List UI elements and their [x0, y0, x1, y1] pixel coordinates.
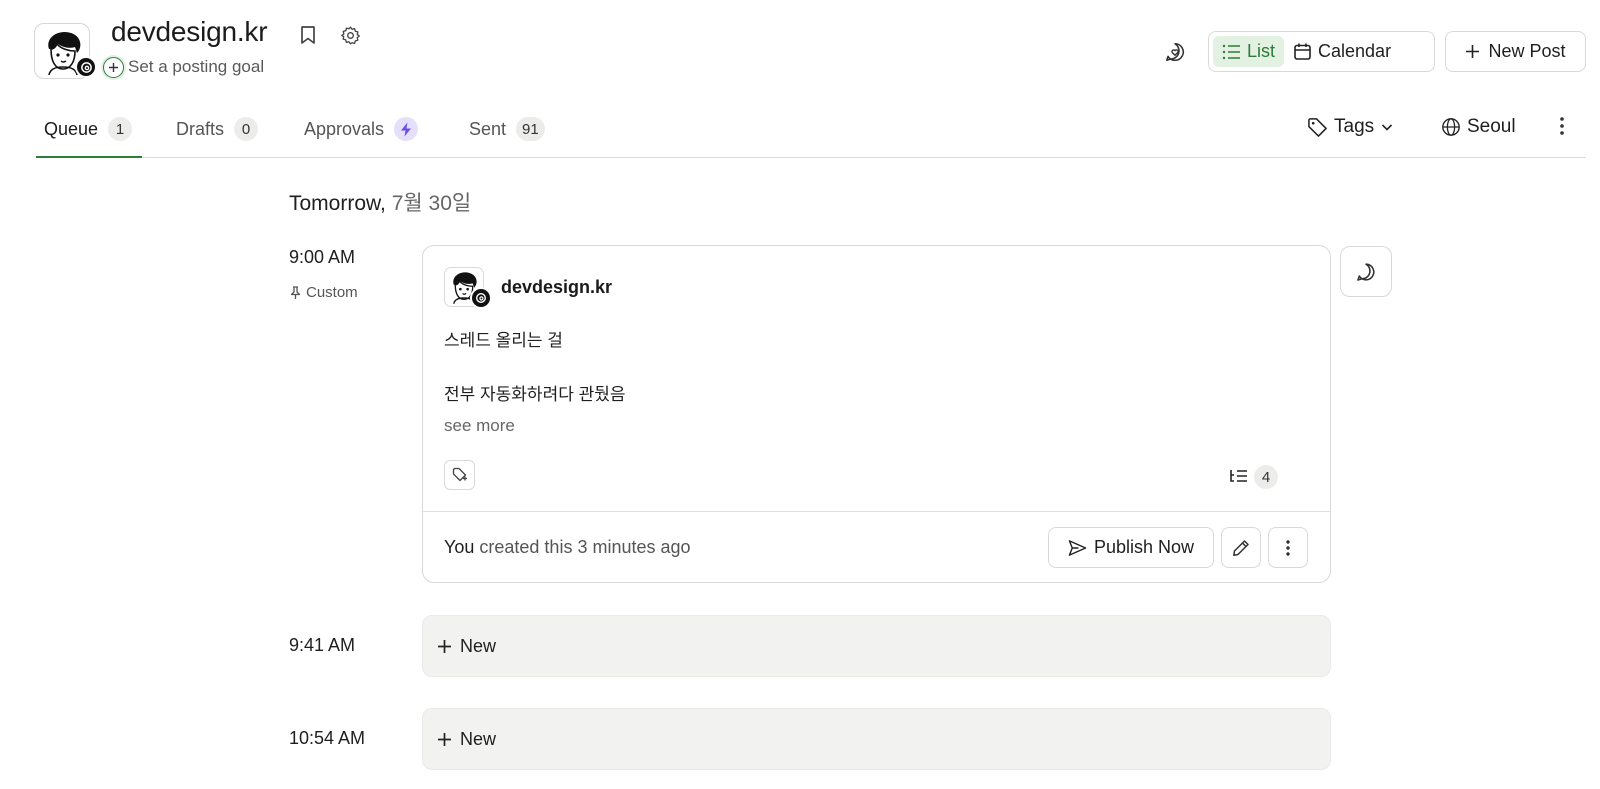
slot-time: 10:54 AM	[289, 728, 366, 748]
plus-icon	[437, 732, 452, 747]
posting-goal-link[interactable]: Set a posting goal	[128, 57, 264, 77]
timezone-button[interactable]: Seoul	[1441, 112, 1516, 142]
plus-icon	[1465, 44, 1480, 59]
post-text-line: 스레드 올리는 걸	[444, 331, 563, 350]
slot-type-label: Custom	[306, 284, 358, 301]
new-slot-label: New	[460, 635, 497, 656]
created-actor: You	[444, 537, 475, 557]
view-calendar-button[interactable]: Calendar	[1284, 36, 1400, 67]
view-calendar-label: Calendar	[1318, 41, 1392, 61]
thread-count: 4	[1229, 465, 1278, 489]
tags-filter-dropdown[interactable]: Tags	[1307, 112, 1394, 142]
send-icon	[1068, 539, 1087, 557]
slot-time: 9:41 AM	[289, 635, 356, 655]
tab-count: 91	[516, 117, 545, 141]
new-post-label: New Post	[1488, 41, 1566, 61]
post-card[interactable]: devdesign.kr 스레드 올리는 걸 전부 자동화하려다 관뒀음 see…	[422, 245, 1331, 583]
new-post-button[interactable]: New Post	[1445, 31, 1586, 72]
view-list-label: List	[1247, 41, 1276, 61]
see-more-link[interactable]: see more	[444, 416, 515, 436]
profile-avatar[interactable]	[34, 23, 97, 79]
tag-plus-icon	[452, 467, 468, 483]
new-slot-label: New	[460, 728, 497, 749]
tab-drafts[interactable]: Drafts 0	[176, 112, 259, 146]
tab-approvals[interactable]: Approvals	[304, 112, 419, 146]
plus-icon	[437, 639, 452, 654]
more-vertical-icon	[1285, 539, 1291, 557]
lightning-bolt-icon	[394, 117, 419, 141]
tab-label: Sent	[469, 118, 507, 139]
slot-time: 9:00 AM	[289, 247, 356, 267]
calendar-icon	[1293, 42, 1312, 61]
post-author-name: devdesign.kr	[501, 277, 613, 297]
tab-label: Drafts	[176, 118, 225, 139]
tab-count: 1	[108, 117, 133, 141]
day-heading-prefix: Tomorrow,	[289, 192, 386, 215]
publish-now-label: Publish Now	[1093, 537, 1195, 557]
tags-label: Tags	[1334, 116, 1375, 137]
new-post-slot[interactable]: New	[422, 615, 1331, 677]
add-goal-icon[interactable]	[103, 57, 124, 78]
speech-bubble-icon	[1355, 261, 1377, 283]
view-toggle: List Calendar	[1208, 31, 1435, 72]
chat-heart-icon[interactable]	[1161, 38, 1189, 66]
tab-label: Approvals	[304, 118, 385, 139]
timezone-label: Seoul	[1467, 116, 1516, 137]
chevron-down-icon	[1380, 120, 1394, 134]
threads-logo-icon	[75, 56, 97, 78]
threads-logo-icon	[470, 287, 492, 309]
tabs-divider	[36, 157, 1586, 158]
gear-icon[interactable]	[338, 23, 362, 47]
globe-icon	[1441, 117, 1461, 137]
thread-count-value: 4	[1254, 465, 1278, 489]
active-tab-indicator	[36, 156, 142, 158]
pin-icon	[289, 285, 302, 300]
post-author-avatar	[444, 267, 492, 309]
profile-name: devdesign.kr	[111, 16, 268, 47]
edit-post-button[interactable]	[1221, 527, 1261, 568]
tab-sent[interactable]: Sent 91	[469, 112, 545, 146]
post-text-line: 전부 자동화하려다 관뒀음	[444, 385, 626, 404]
publish-now-button[interactable]: Publish Now	[1048, 527, 1214, 568]
add-tag-button[interactable]	[444, 460, 475, 490]
slot-type: Custom	[289, 284, 358, 301]
bookmark-icon[interactable]	[296, 23, 320, 47]
thread-list-icon	[1229, 469, 1248, 485]
tab-queue[interactable]: Queue 1	[44, 112, 133, 146]
list-icon	[1222, 44, 1241, 60]
more-vertical-icon[interactable]	[1551, 112, 1573, 140]
pencil-icon	[1232, 539, 1250, 557]
tab-label: Queue	[44, 118, 99, 139]
day-heading: Tomorrow, 7월 30일	[289, 187, 471, 217]
day-heading-date: 7월 30일	[391, 192, 472, 215]
post-more-button[interactable]	[1268, 527, 1308, 568]
tab-count: 0	[234, 117, 259, 141]
comment-button[interactable]	[1340, 246, 1392, 297]
card-divider	[423, 511, 1330, 512]
tag-icon	[1307, 117, 1328, 138]
view-list-button[interactable]: List	[1213, 36, 1285, 67]
created-info: You created this 3 minutes ago	[444, 537, 691, 558]
new-post-slot[interactable]: New	[422, 708, 1331, 770]
created-meta: created this 3 minutes ago	[479, 537, 691, 557]
